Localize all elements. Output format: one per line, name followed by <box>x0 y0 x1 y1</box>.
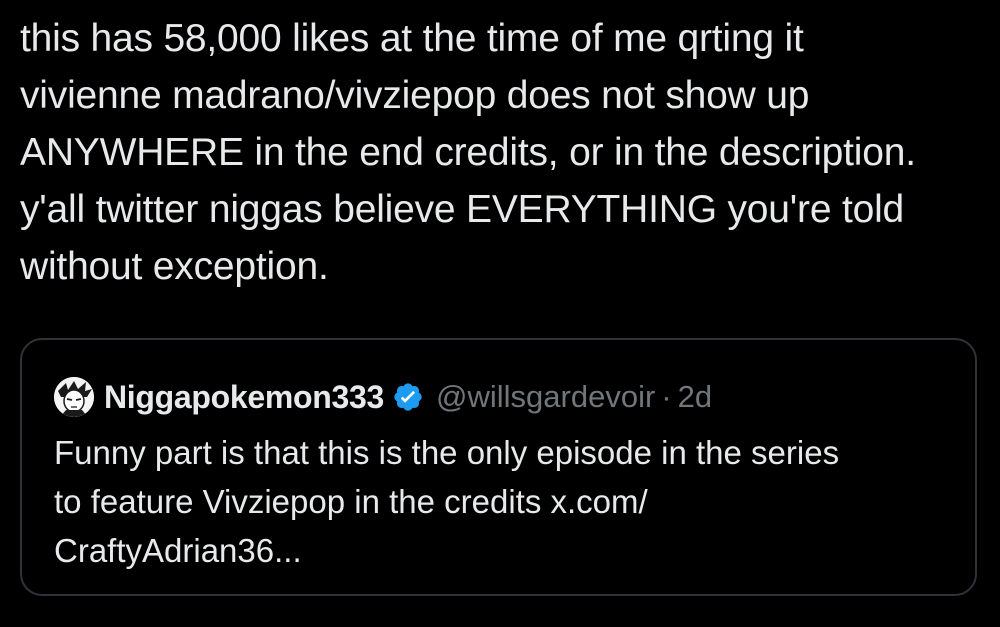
quoted-tweet-handle[interactable]: @willsgardevoir <box>436 379 655 415</box>
tweet-text-line: this has 58,000 likes at the time of me … <box>20 17 804 60</box>
separator-dot: · <box>661 379 672 414</box>
tweet-text: this has 58,000 likes at the time of me … <box>20 10 980 295</box>
quoted-tweet-timestamp[interactable]: 2d <box>678 379 712 415</box>
quoted-tweet-text-line: Funny part is that this is the only epis… <box>54 434 840 471</box>
quoted-tweet-text: Funny part is that this is the only epis… <box>54 428 954 575</box>
quoted-tweet-card[interactable]: Niggapokemon333 @willsgardevoir · 2d Fun… <box>20 338 977 596</box>
verified-badge-icon <box>392 381 424 413</box>
tweet-text-line: without exception. <box>20 245 329 288</box>
avatar[interactable] <box>54 377 94 417</box>
quoted-tweet-text-line: to feature Vivziepop in the credits x.co… <box>54 483 648 520</box>
tweet-text-line: ANYWHERE in the end credits, or in the d… <box>20 131 916 174</box>
anime-character-avatar-icon <box>54 377 94 417</box>
quoted-tweet-text-line: CraftyAdrian36... <box>54 532 302 569</box>
tweet-text-line: vivienne madrano/vivziepop does not show… <box>20 74 810 117</box>
tweet-text-line: y'all twitter niggas believe EVERYTHING … <box>20 188 905 231</box>
quoted-tweet-header: Niggapokemon333 @willsgardevoir · 2d <box>54 376 712 418</box>
quoted-tweet-author-name[interactable]: Niggapokemon333 <box>104 379 384 416</box>
